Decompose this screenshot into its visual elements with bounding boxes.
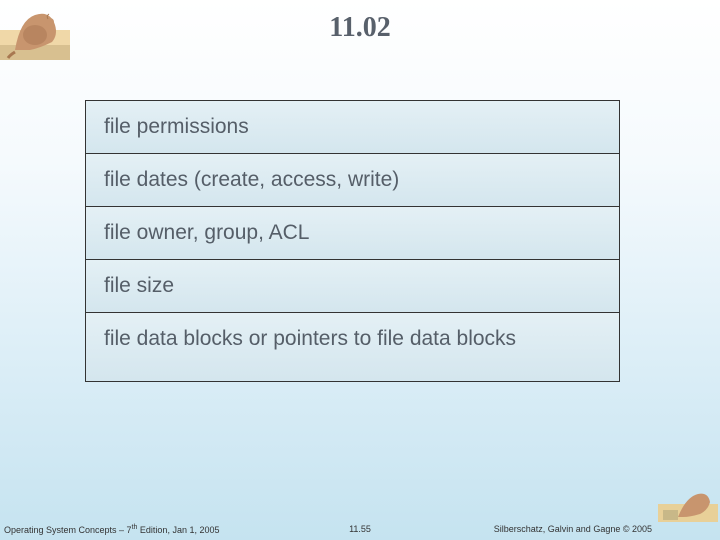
table-row: file owner, group, ACL: [86, 207, 619, 260]
table-row: file dates (create, access, write): [86, 154, 619, 207]
table-row: file size: [86, 260, 619, 313]
slide-title: 11.02: [0, 12, 720, 44]
dinosaur-logo-bottom: [658, 482, 718, 522]
footer-copyright: Silberschatz, Galvin and Gagne © 2005: [494, 524, 652, 534]
slide-footer: Operating System Concepts – 7th Edition,…: [0, 522, 720, 536]
footer-left-text: Operating System Concepts – 7th Edition,…: [4, 524, 219, 535]
table-row: file permissions: [86, 101, 619, 154]
footer-page-number: 11.55: [349, 524, 371, 534]
table-row: file data blocks or pointers to file dat…: [86, 313, 619, 381]
fcb-table: file permissions file dates (create, acc…: [85, 100, 620, 382]
